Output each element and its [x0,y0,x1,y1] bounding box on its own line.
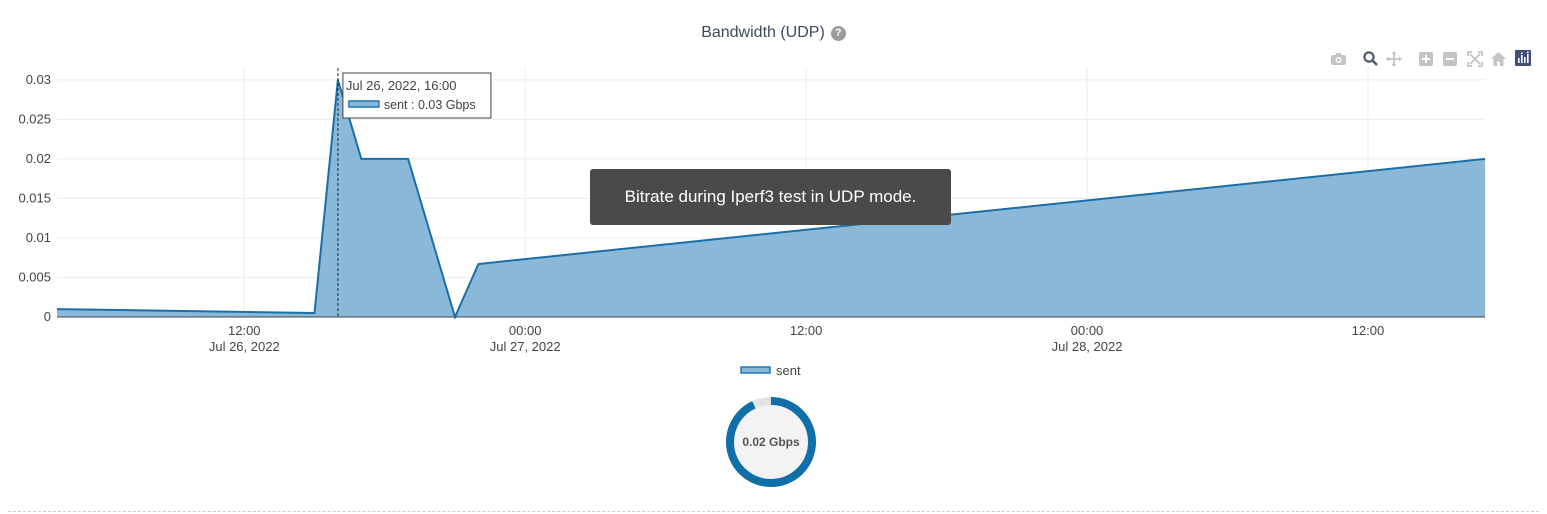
tooltip-swatch [348,100,380,108]
hover-tooltip: Jul 26, 2022, 16:00 sent : 0.03 Gbps [342,72,492,119]
gauge-label: 0.02 Gbps [742,435,800,449]
chart-description-tooltip: Bitrate during Iperf3 test in UDP mode. [590,169,951,225]
tooltip-title: Jul 26, 2022, 16:00 [346,78,457,93]
y-tick-label: 0.005 [18,269,51,284]
tooltip-label: sent : 0.03 Gbps [384,98,476,112]
bandwidth-gauge: 0.02 Gbps [726,397,816,487]
x-tick-label: 12:00 [1352,323,1385,338]
y-tick-label: 0.02 [26,151,51,166]
x-tick-label: 00:00 [1071,323,1104,338]
legend-swatch-sent[interactable] [740,366,771,374]
y-tick-label: 0.03 [26,72,51,87]
y-tick-label: 0 [44,309,51,324]
x-tick-date-label: Jul 28, 2022 [1052,339,1123,354]
legend-label-sent[interactable]: sent [776,363,801,378]
x-axis-ticks: 12:00Jul 26, 202200:00Jul 27, 202212:00 0… [209,323,1384,354]
x-tick-date-label: Jul 27, 2022 [490,339,561,354]
y-tick-label: 0.01 [26,230,51,245]
y-axis-ticks: 0 0.005 0.01 0.015 0.02 0.025 0.03 [18,72,51,324]
x-tick-date-label: Jul 26, 2022 [209,339,280,354]
x-tick-label: 00:00 [509,323,542,338]
x-tick-label: 12:00 [228,323,261,338]
legend[interactable]: sent [740,363,801,378]
y-tick-label: 0.015 [18,190,51,205]
y-tick-label: 0.025 [18,111,51,126]
x-tick-label: 12:00 [790,323,823,338]
section-divider [8,511,1539,512]
